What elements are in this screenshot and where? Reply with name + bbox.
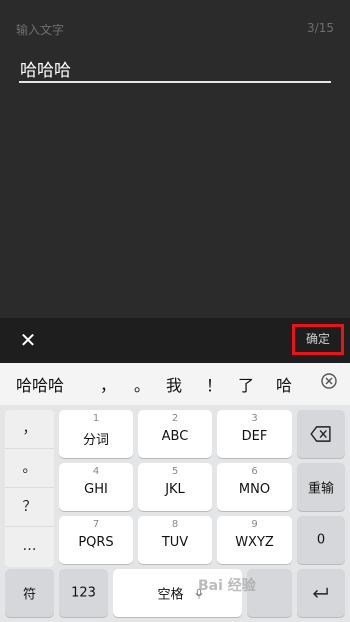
symbol-key[interactable]: ？ <box>5 488 54 527</box>
action-bar: ✕ 确定 <box>0 318 350 363</box>
key-letters: DEF <box>241 429 268 444</box>
candidate-item[interactable]: 了 <box>238 372 254 396</box>
key-letters: MNO <box>238 482 271 497</box>
clear-circle-icon[interactable] <box>320 372 338 390</box>
text-input-value[interactable]: 哈哈哈 <box>20 56 71 81</box>
symbol-key[interactable]: ， <box>5 410 54 449</box>
number-mode-button[interactable]: 123 <box>59 569 108 617</box>
key-1[interactable]: 1 分词 <box>59 410 133 458</box>
key-3[interactable]: 3 DEF <box>217 410 292 458</box>
reinput-label: 重输 <box>307 481 334 497</box>
key-9[interactable]: 9 WXYZ <box>217 516 292 564</box>
key-letters: JKL <box>165 482 185 497</box>
key-letters: GHI <box>84 482 108 497</box>
candidate-item[interactable]: 。 <box>134 372 150 396</box>
candidate-item[interactable]: 我 <box>166 372 182 396</box>
key-letters: ABC <box>161 429 189 444</box>
confirm-button[interactable]: 确定 <box>292 324 344 355</box>
symbol-mode-label: 符 <box>22 587 36 603</box>
close-button[interactable]: ✕ <box>16 328 40 352</box>
input-underline <box>19 81 331 83</box>
char-counter: 3/15 <box>307 21 334 35</box>
key-6[interactable]: 6 MNO <box>217 463 292 511</box>
candidate-item[interactable]: 哈哈哈 <box>16 372 64 396</box>
backspace-button[interactable] <box>297 410 345 458</box>
key-8[interactable]: 8 TUV <box>138 516 212 564</box>
key-number: 8 <box>171 519 179 530</box>
key-number: 2 <box>171 413 179 424</box>
symbol-column[interactable]: ， 。 ？ … <box>5 410 54 567</box>
key-letters: WXYZ <box>235 535 274 550</box>
key-letters: TUV <box>161 535 189 550</box>
key-letters: 分词 <box>82 433 109 448</box>
symbol-mode-button[interactable]: 符 <box>5 569 54 617</box>
zero-key[interactable]: 0 <box>297 516 345 564</box>
key-number: 6 <box>251 466 258 477</box>
backspace-icon <box>310 426 331 442</box>
watermark: Bai 经验 <box>198 578 256 594</box>
key-number: 3 <box>251 413 258 424</box>
key-number: 7 <box>92 519 100 530</box>
reinput-button[interactable]: 重输 <box>297 463 345 511</box>
text-editor-area[interactable]: 输入文字 3/15 哈哈哈 <box>0 0 350 318</box>
key-2[interactable]: 2 ABC <box>138 410 212 458</box>
symbol-key[interactable]: 。 <box>5 449 54 488</box>
number-mode-label: 123 <box>71 585 96 601</box>
key-5[interactable]: 5 JKL <box>138 463 212 511</box>
candidate-item[interactable]: 哈 <box>276 372 292 396</box>
key-number: 9 <box>251 519 258 530</box>
input-hint-label: 输入文字 <box>16 23 65 37</box>
candidate-item[interactable]: ， <box>100 372 116 396</box>
key-number: 4 <box>92 466 100 477</box>
enter-button[interactable] <box>297 569 345 617</box>
key-7[interactable]: 7 PQRS <box>59 516 133 564</box>
zero-label: 0 <box>316 532 326 548</box>
key-number: 5 <box>171 466 179 477</box>
key-letters: PQRS <box>78 535 114 550</box>
key-4[interactable]: 4 GHI <box>59 463 133 511</box>
keyboard: ， 。 ？ … 1 分词 2 ABC 3 DEF 4 GHI 5 JKL 6 M… <box>0 405 350 622</box>
key-number: 1 <box>92 413 100 424</box>
symbol-key[interactable]: … <box>5 527 54 566</box>
candidate-bar: 哈哈哈 ， 。 我 ！ 了 哈 <box>0 363 350 405</box>
enter-icon <box>313 587 328 598</box>
candidate-item[interactable]: ！ <box>206 372 222 396</box>
